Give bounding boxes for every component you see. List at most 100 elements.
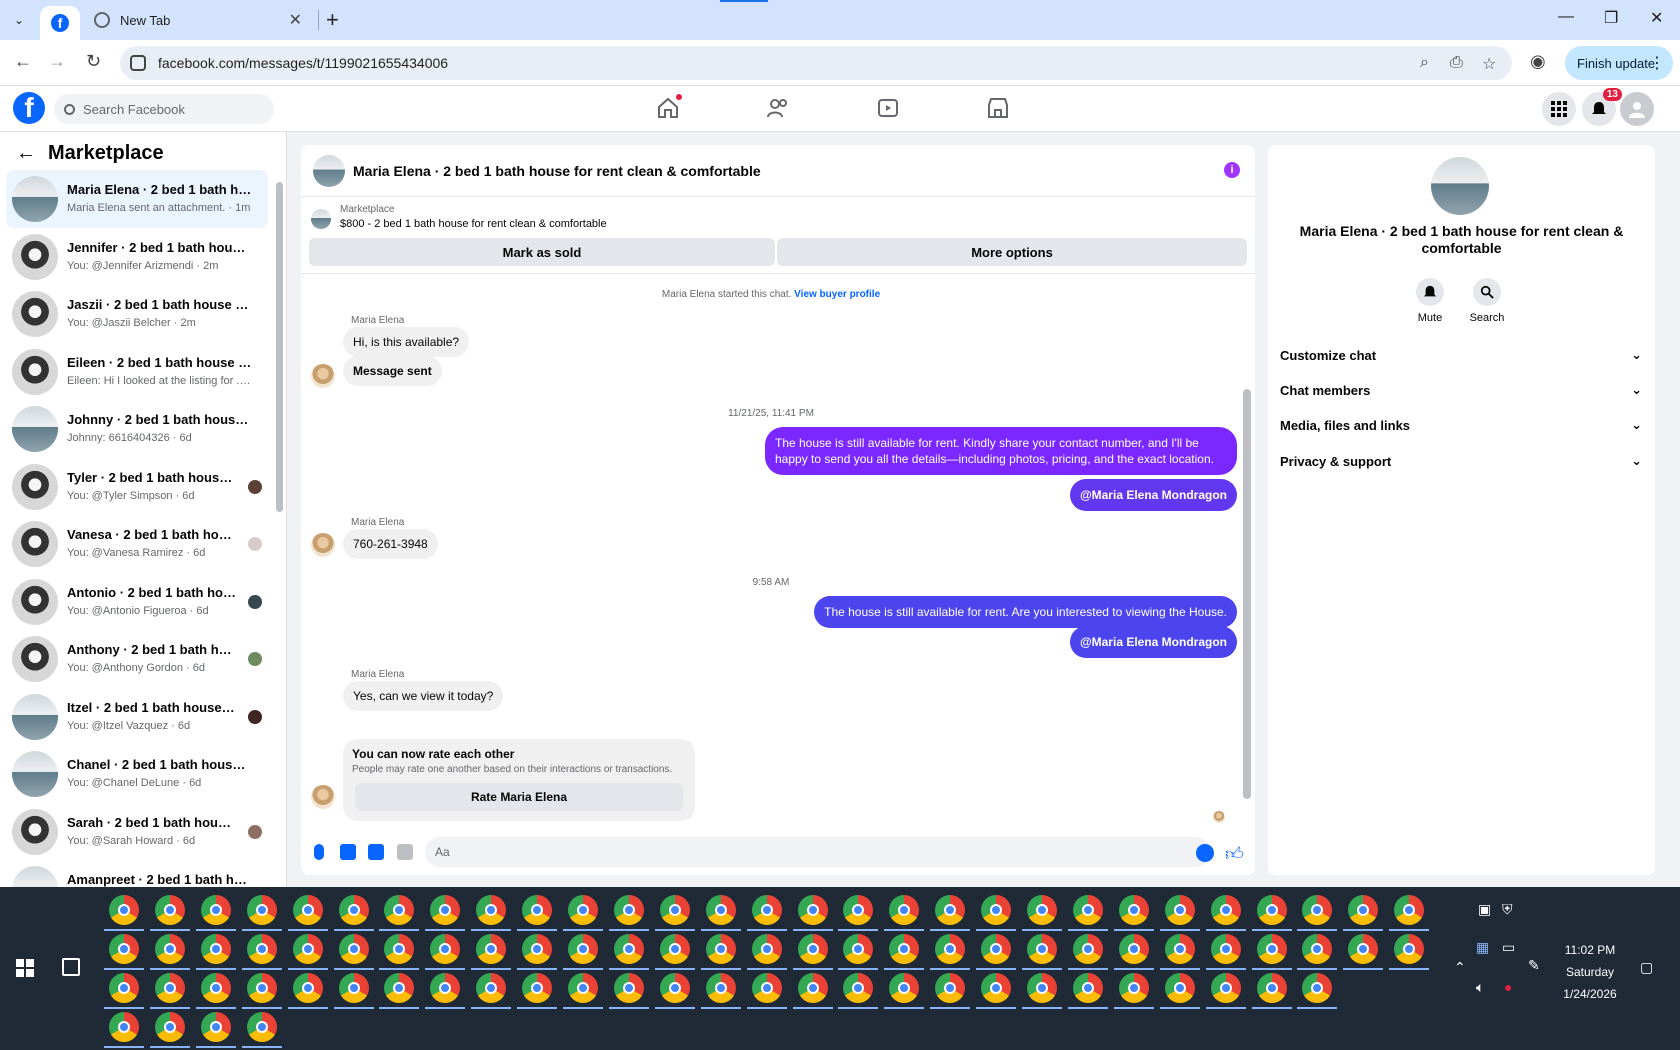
network-icon[interactable]: ▭ xyxy=(1502,939,1515,956)
friends-icon[interactable] xyxy=(766,96,790,120)
tray-app-icon[interactable]: ▦ xyxy=(1476,939,1489,956)
chrome-window-icon[interactable] xyxy=(109,934,139,964)
chrome-window-icon[interactable] xyxy=(522,973,553,1003)
chrome-window-icon[interactable] xyxy=(1302,895,1333,925)
incoming-message[interactable]: Message sent xyxy=(343,356,442,386)
chrome-window-icon[interactable] xyxy=(200,934,231,964)
conversation-item[interactable]: Antonio · 2 bed 1 bath house for rent cl… xyxy=(6,573,268,631)
chrome-window-icon[interactable] xyxy=(154,934,185,964)
chrome-window-icon[interactable] xyxy=(1164,973,1195,1003)
chrome-window-icon[interactable] xyxy=(568,934,598,964)
conversation-item[interactable]: Jaszii · 2 bed 1 bath house for rent cle… xyxy=(6,285,268,343)
chrome-window-icon[interactable] xyxy=(384,895,415,925)
chrome-window-icon[interactable] xyxy=(109,895,139,925)
mute-button[interactable]: Mute xyxy=(1405,278,1455,324)
conversation-list-scrollbar[interactable] xyxy=(276,182,283,822)
chrome-window-icon[interactable] xyxy=(843,973,874,1003)
search-chat-button[interactable]: Search xyxy=(1462,278,1512,324)
chrome-window-icon[interactable] xyxy=(109,1012,139,1042)
chrome-window-icon[interactable] xyxy=(522,934,553,964)
message-input[interactable]: Aa xyxy=(425,837,1211,867)
chrome-window-icon[interactable] xyxy=(430,934,461,964)
sticker-icon[interactable] xyxy=(368,844,384,860)
notifications-bell-icon[interactable]: 13 xyxy=(1582,88,1622,126)
chrome-window-icon[interactable] xyxy=(292,895,323,925)
task-view-icon[interactable] xyxy=(62,958,80,976)
listing-thumbnail[interactable] xyxy=(311,209,331,229)
chrome-window-icon[interactable] xyxy=(889,895,920,925)
mention-message[interactable]: @Maria Elena Mondragon xyxy=(1069,626,1237,659)
install-app-icon[interactable]: ⎙ xyxy=(1450,54,1463,72)
chrome-window-icon[interactable] xyxy=(1394,934,1425,964)
forward-icon[interactable]: → xyxy=(48,51,66,72)
chrome-window-icon[interactable] xyxy=(430,895,461,925)
listing-price-title[interactable]: $800 - 2 bed 1 bath house for rent clean… xyxy=(340,218,607,230)
chrome-window-icon[interactable] xyxy=(981,934,1012,964)
chrome-window-icon[interactable] xyxy=(476,895,507,925)
close-window-icon[interactable]: ✕ xyxy=(1650,8,1663,28)
chat-members-row[interactable]: Chat members ⌄ xyxy=(1280,374,1642,406)
chrome-window-icon[interactable] xyxy=(1394,895,1425,925)
scrollbar-thumb[interactable] xyxy=(276,182,283,512)
chrome-window-icon[interactable] xyxy=(568,895,598,925)
incoming-message[interactable]: Yes, can we view it today? xyxy=(343,681,504,711)
chrome-window-icon[interactable] xyxy=(889,973,920,1003)
microphone-icon[interactable] xyxy=(314,844,324,860)
chrome-window-icon[interactable] xyxy=(935,895,966,925)
chrome-window-icon[interactable] xyxy=(200,895,231,925)
sender-avatar[interactable] xyxy=(311,364,335,388)
chrome-window-icon[interactable] xyxy=(154,1012,185,1042)
outgoing-message[interactable]: The house is still available for rent. K… xyxy=(765,427,1237,476)
more-options-button[interactable]: More options xyxy=(777,238,1247,266)
chrome-window-icon[interactable] xyxy=(109,973,139,1003)
chrome-window-icon[interactable] xyxy=(1256,973,1287,1003)
chrome-window-icon[interactable] xyxy=(705,973,736,1003)
close-tab-icon[interactable]: ✕ xyxy=(289,10,302,30)
chrome-window-icon[interactable] xyxy=(751,895,782,925)
chrome-window-icon[interactable] xyxy=(1210,895,1241,925)
chrome-window-icon[interactable] xyxy=(659,973,690,1003)
tray-app-icon[interactable]: ▣ xyxy=(1478,901,1491,918)
chrome-window-icon[interactable] xyxy=(889,934,920,964)
chrome-window-icon[interactable] xyxy=(797,895,828,925)
windows-start-icon[interactable] xyxy=(16,959,34,977)
chrome-window-icon[interactable] xyxy=(154,973,185,1003)
chrome-window-icon[interactable] xyxy=(981,973,1012,1003)
site-info-icon[interactable] xyxy=(130,55,146,71)
chrome-window-icon[interactable] xyxy=(1072,934,1103,964)
chrome-window-icon[interactable] xyxy=(613,973,644,1003)
chrome-window-icon[interactable] xyxy=(1027,934,1057,964)
chrome-window-icon[interactable] xyxy=(1164,934,1195,964)
conversation-avatar[interactable] xyxy=(1431,157,1489,215)
chrome-window-icon[interactable] xyxy=(1302,973,1333,1003)
mark-as-sold-button[interactable]: Mark as sold xyxy=(309,238,775,266)
chrome-window-icon[interactable] xyxy=(246,895,277,925)
chrome-window-icon[interactable] xyxy=(384,934,415,964)
chrome-window-icon[interactable] xyxy=(1072,895,1103,925)
restore-icon[interactable]: ❐ xyxy=(1604,8,1618,28)
outgoing-message[interactable]: The house is still available for rent. A… xyxy=(814,596,1237,629)
scrollbar-thumb[interactable] xyxy=(1243,389,1251,799)
chrome-window-icon[interactable] xyxy=(200,973,231,1003)
chrome-window-icon[interactable] xyxy=(751,973,782,1003)
chrome-window-icon[interactable] xyxy=(1118,934,1149,964)
menu-dots-icon[interactable]: ⋮ xyxy=(1649,53,1665,73)
gif-icon[interactable] xyxy=(397,844,413,860)
profile-icon[interactable]: ◉ xyxy=(1530,51,1546,72)
incoming-message[interactable]: Hi, is this available? xyxy=(343,327,470,357)
chrome-window-icon[interactable] xyxy=(1118,973,1149,1003)
conversation-item[interactable]: Chanel · 2 bed 1 bath house for rent cle… xyxy=(6,745,268,803)
chrome-window-icon[interactable] xyxy=(1302,934,1333,964)
conversation-item[interactable]: Sarah · 2 bed 1 bath house for rent clea… xyxy=(6,803,268,861)
tab-search-chevron-icon[interactable]: ⌄ xyxy=(6,8,32,32)
video-icon[interactable] xyxy=(876,96,900,120)
show-hidden-icons-chevron-icon[interactable]: ⌃ xyxy=(1454,959,1466,976)
pen-icon[interactable]: ✎ xyxy=(1528,957,1540,974)
chrome-window-icon[interactable] xyxy=(1027,895,1057,925)
chrome-window-icon[interactable] xyxy=(797,973,828,1003)
chrome-window-icon[interactable] xyxy=(154,895,185,925)
reload-icon[interactable]: ↻ xyxy=(86,51,101,72)
photo-icon[interactable] xyxy=(340,844,356,860)
zoom-icon[interactable]: ⌕ xyxy=(1420,54,1429,72)
chrome-window-icon[interactable] xyxy=(246,1012,277,1042)
